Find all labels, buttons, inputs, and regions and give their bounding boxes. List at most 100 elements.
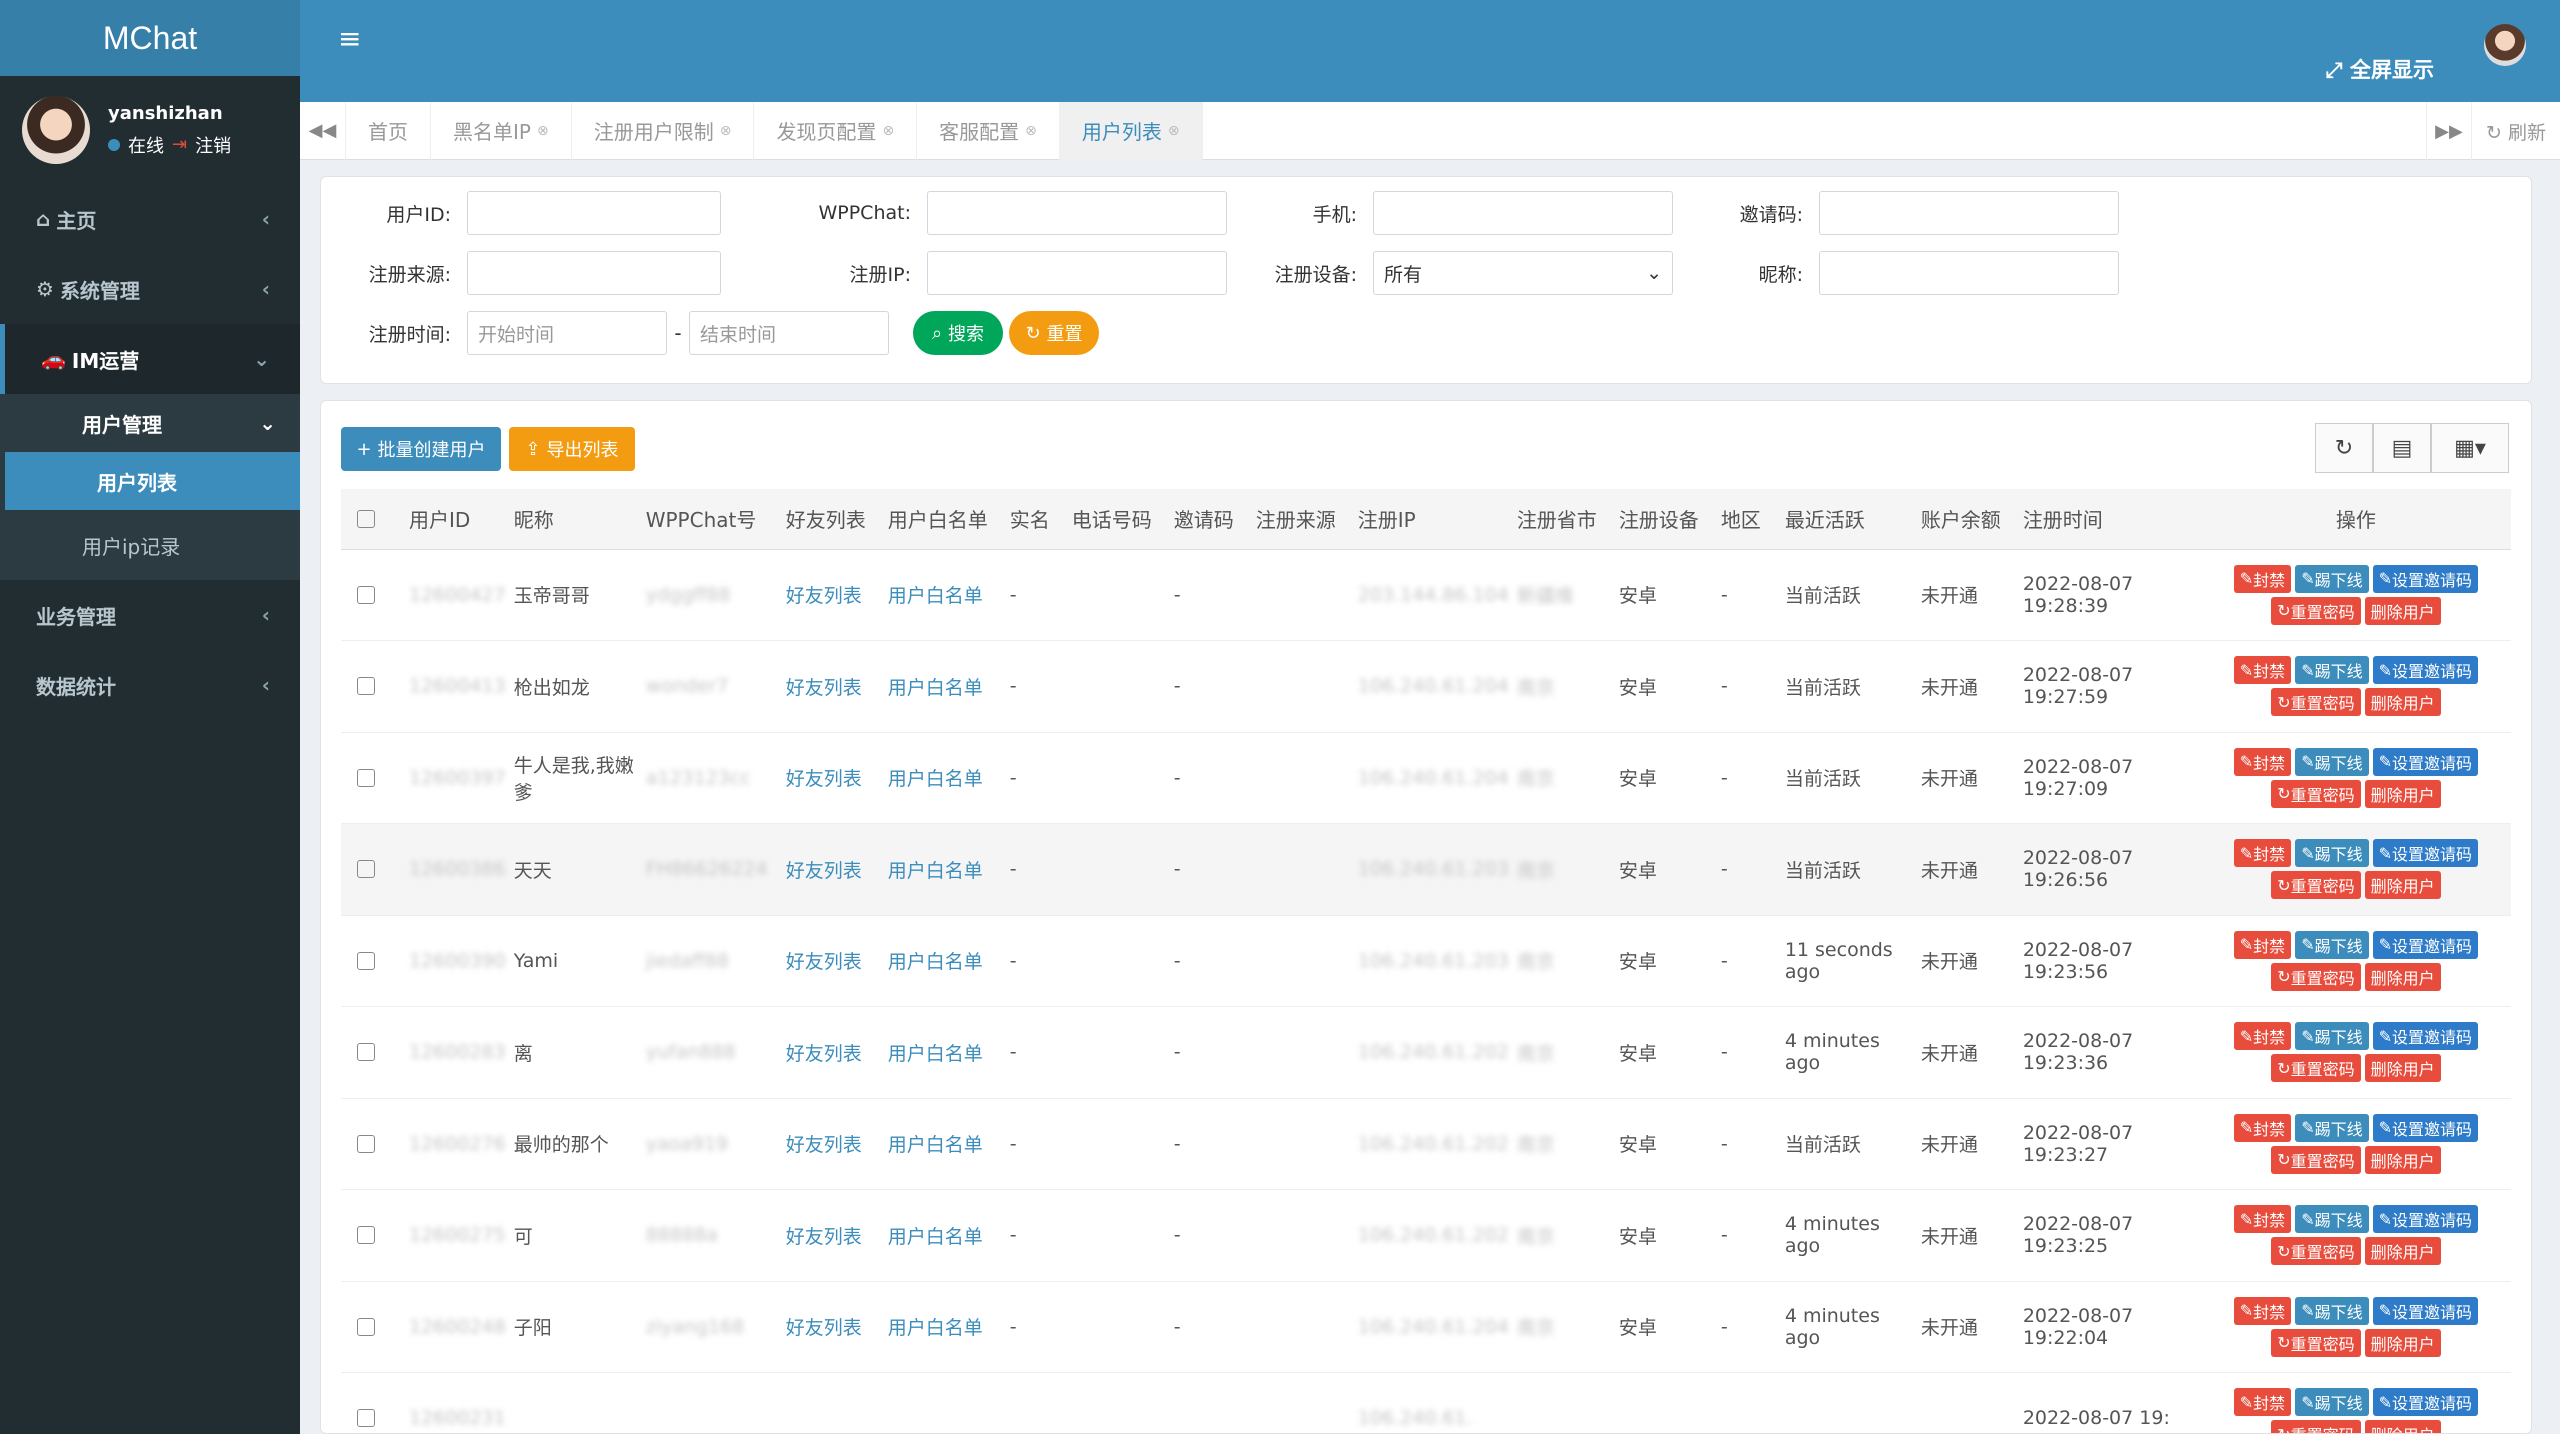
search-button[interactable]: ⌕ 搜索 [913,311,1003,355]
ban-button[interactable]: ✎ 封禁 [2233,930,2292,959]
kick-button[interactable]: ✎ 踢下线 [2295,656,2369,685]
reset-password-button[interactable]: ↻重置密码 [2271,1328,2361,1357]
columns-grid-icon[interactable]: ▦▾ [2431,423,2509,473]
submenu-item-user-list[interactable]: 用户列表 [5,452,300,510]
set-invite-button[interactable]: ✎ 设置邀请码 [2372,747,2479,776]
whitelist-link[interactable]: 用户白名单 [888,951,983,973]
friends-link[interactable]: 好友列表 [786,860,862,882]
col-phone[interactable]: 电话号码 [1067,489,1170,550]
kick-button[interactable]: ✎ 踢下线 [2295,1205,2369,1234]
kick-button[interactable]: ✎ 踢下线 [2295,930,2369,959]
sidebar-item-business[interactable]: 业务管理 ‹ [0,580,300,650]
whitelist-link[interactable]: 用户白名单 [888,585,983,607]
submenu-item-user-ip[interactable]: 用户ip记录 [0,510,300,580]
friends-link[interactable]: 好友列表 [786,1134,862,1156]
tab-home[interactable]: 首页 [346,101,431,160]
set-invite-button[interactable]: ✎ 设置邀请码 [2372,564,2479,593]
sidebar-item-im[interactable]: 🚗 IM运营 ⌄ [0,324,300,394]
table-toggle-view-icon[interactable]: ▤ [2373,423,2431,473]
end-time-input[interactable]: 结束时间 [689,311,889,355]
ban-button[interactable]: ✎ 封禁 [2233,656,2292,685]
row-checkbox[interactable] [357,1317,375,1336]
export-button[interactable]: ⇪ 导出列表 [509,427,635,471]
whitelist-link[interactable]: 用户白名单 [888,1043,983,1065]
reset-password-button[interactable]: ↻重置密码 [2271,779,2361,808]
col-user-id[interactable]: 用户ID [405,489,510,550]
reset-password-button[interactable]: ↻重置密码 [2271,596,2361,625]
reset-password-button[interactable]: ↻重置密码 [2271,1145,2361,1174]
invite-input[interactable] [1819,191,2119,235]
col-region[interactable]: 地区 [1716,489,1781,550]
col-province[interactable]: 注册省市 [1512,489,1615,550]
col-balance[interactable]: 账户余额 [1916,489,2019,550]
delete-user-button[interactable]: 删除用户 [2364,962,2441,991]
whitelist-link[interactable]: 用户白名单 [888,1226,983,1248]
row-checkbox[interactable] [357,677,375,696]
ban-button[interactable]: ✎ 封禁 [2233,1113,2292,1142]
uid-input[interactable] [467,191,721,235]
row-checkbox[interactable] [357,585,375,604]
sidebar-item-stats[interactable]: 数据统计 ‹ [0,650,300,720]
friends-link[interactable]: 好友列表 [786,1317,862,1339]
whitelist-link[interactable]: 用户白名单 [888,1317,983,1339]
tab-user-list[interactable]: 用户列表 ⊗ [1059,101,1203,160]
close-icon[interactable]: ⊗ [1025,123,1037,139]
col-device[interactable]: 注册设备 [1614,489,1717,550]
close-icon[interactable]: ⊗ [1168,123,1180,139]
row-checkbox[interactable] [357,1134,375,1153]
col-realname[interactable]: 实名 [1005,489,1068,550]
row-checkbox[interactable] [357,1409,375,1428]
kick-button[interactable]: ✎ 踢下线 [2295,564,2369,593]
batch-create-button[interactable]: + 批量创建用户 [341,427,501,471]
col-wppchat[interactable]: WPPChat号 [641,489,782,550]
ip-input[interactable] [927,251,1227,295]
row-checkbox[interactable] [357,1226,375,1245]
kick-button[interactable]: ✎ 踢下线 [2295,1296,2369,1325]
row-checkbox[interactable] [357,1043,375,1062]
col-invite[interactable]: 邀请码 [1169,489,1252,550]
set-invite-button[interactable]: ✎ 设置邀请码 [2372,1205,2479,1234]
kick-button[interactable]: ✎ 踢下线 [2295,747,2369,776]
phone-input[interactable] [1373,191,1673,235]
submenu-group-user[interactable]: 用户管理 ⌄ [0,394,300,452]
kick-button[interactable]: ✎ 踢下线 [2295,1022,2369,1051]
logout-link[interactable]: 注销 [195,132,231,158]
ban-button[interactable]: ✎ 封禁 [2233,1388,2292,1417]
kick-button[interactable]: ✎ 踢下线 [2295,839,2369,868]
source-input[interactable] [467,251,721,295]
col-friends[interactable]: 好友列表 [781,489,884,550]
tab-blacklist-ip[interactable]: 黑名单IP ⊗ [431,101,572,160]
col-register-time[interactable]: 注册时间 [2018,489,2201,550]
whitelist-link[interactable]: 用户白名单 [888,768,983,790]
tab-service-config[interactable]: 客服配置 ⊗ [917,101,1060,160]
delete-user-button[interactable]: 删除用户 [2364,1145,2441,1174]
refresh-tab-button[interactable]: ↻ 刷新 [2472,118,2560,145]
delete-user-button[interactable]: 删除用户 [2364,871,2441,900]
delete-user-button[interactable]: 删除用户 [2364,1054,2441,1083]
ban-button[interactable]: ✎ 封禁 [2233,1205,2292,1234]
row-checkbox[interactable] [357,860,375,879]
device-select[interactable]: 所有 ⌄ [1373,251,1673,295]
col-ip[interactable]: 注册IP [1353,489,1513,550]
ban-button[interactable]: ✎ 封禁 [2233,1296,2292,1325]
set-invite-button[interactable]: ✎ 设置邀请码 [2372,930,2479,959]
reset-password-button[interactable]: ↻重置密码 [2271,962,2361,991]
delete-user-button[interactable]: 删除用户 [2364,596,2441,625]
row-checkbox[interactable] [357,951,375,970]
wpp-input[interactable] [927,191,1227,235]
select-all-header[interactable] [341,489,405,550]
tab-scroll-right-icon[interactable]: ▶▶ [2426,102,2473,160]
top-avatar[interactable] [2484,24,2526,66]
close-icon[interactable]: ⊗ [537,123,549,139]
friends-link[interactable]: 好友列表 [786,768,862,790]
col-source[interactable]: 注册来源 [1251,489,1354,550]
col-whitelist[interactable]: 用户白名单 [883,489,1006,550]
friends-link[interactable]: 好友列表 [786,677,862,699]
friends-link[interactable]: 好友列表 [786,1226,862,1248]
sidebar-item-system[interactable]: ⚙ 系统管理 ‹ [0,254,300,324]
set-invite-button[interactable]: ✎ 设置邀请码 [2372,1296,2479,1325]
tab-scroll-left-icon[interactable]: ◀◀ [300,101,346,160]
fullscreen-button[interactable]: ⤢ 全屏显示 [2326,54,2434,84]
delete-user-button[interactable]: 删除用户 [2364,688,2441,717]
delete-user-button[interactable]: 删除用户 [2364,1237,2441,1266]
